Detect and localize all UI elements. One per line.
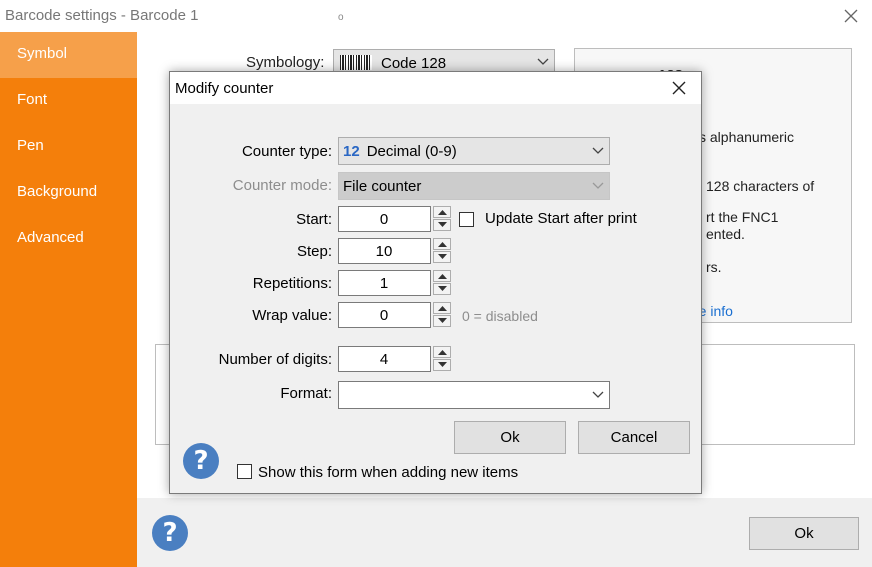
- spin-up-button[interactable]: [433, 270, 451, 282]
- spin-down-button[interactable]: [433, 315, 451, 327]
- update-start-label: Update Start after print: [485, 210, 637, 227]
- wrap-value-input[interactable]: 0: [338, 302, 431, 328]
- info-line: 128 characters of: [706, 178, 815, 194]
- counter-mode-value: File counter: [343, 178, 422, 195]
- help-icon[interactable]: ?: [152, 515, 188, 551]
- sidebar-item-label: Font: [17, 91, 48, 108]
- counter-type-select[interactable]: 12 Decimal (0-9): [338, 137, 610, 165]
- counter-mode-select[interactable]: File counter: [338, 172, 610, 200]
- info-line: ented.: [706, 226, 745, 242]
- sidebar-item-label: Symbol: [17, 45, 68, 62]
- chevron-down-icon: [537, 58, 549, 65]
- spin-up-button[interactable]: [433, 206, 451, 218]
- chevron-down-icon: [592, 391, 604, 398]
- digits-value: 4: [379, 351, 389, 368]
- dialog-title: Modify counter: [175, 80, 274, 97]
- wrap-hint: 0 = disabled: [462, 308, 538, 324]
- spin-down-button[interactable]: [433, 219, 451, 231]
- digits-label: Number of digits:: [218, 351, 332, 368]
- spin-down-button[interactable]: [433, 359, 451, 371]
- start-spinner: [433, 206, 451, 232]
- wrap-value-label: Wrap value:: [252, 307, 332, 324]
- spin-up-button[interactable]: [433, 346, 451, 358]
- counter-type-label: Counter type:: [241, 143, 332, 160]
- sidebar-item-pen[interactable]: Pen: [0, 124, 137, 170]
- sidebar-item-font[interactable]: Font: [0, 78, 137, 124]
- sidebar: Symbol Font Pen Background Advanced: [0, 32, 137, 567]
- step-label: Step:: [296, 243, 332, 260]
- step-input[interactable]: 10: [338, 238, 431, 264]
- help-icon[interactable]: ?: [183, 443, 219, 479]
- window-title: Barcode settings - Barcode 1: [5, 7, 199, 24]
- repetitions-input[interactable]: 1: [338, 270, 431, 296]
- counter-mode-label: Counter mode:: [232, 177, 332, 194]
- sidebar-item-advanced[interactable]: Advanced: [0, 216, 137, 262]
- step-spinner: [433, 238, 451, 264]
- spin-up-button[interactable]: [433, 238, 451, 250]
- titlebar-dot: o: [338, 12, 344, 23]
- barcode-icon: [340, 55, 372, 70]
- symbology-label: Symbology:: [246, 54, 325, 71]
- window-close-icon[interactable]: [841, 6, 861, 26]
- format-combo[interactable]: [338, 381, 610, 409]
- wrap-value: 0: [379, 307, 389, 324]
- chevron-down-icon: [592, 182, 604, 189]
- repetitions-value: 1: [379, 275, 389, 292]
- spin-down-button[interactable]: [433, 283, 451, 295]
- spin-up-button[interactable]: [433, 302, 451, 314]
- dialog-close-icon[interactable]: [670, 79, 688, 97]
- symbology-value: Code 128: [381, 55, 447, 72]
- wrap-value-spinner: [433, 302, 451, 328]
- dialog-ok-button[interactable]: Ok: [454, 421, 566, 454]
- sidebar-item-label: Pen: [17, 137, 44, 154]
- start-input[interactable]: 0: [338, 206, 431, 232]
- modify-counter-dialog: Modify counter Counter type: 12 Decimal (…: [169, 71, 702, 494]
- sidebar-item-background[interactable]: Background: [0, 170, 137, 216]
- info-line: rs.: [706, 259, 722, 275]
- repetitions-spinner: [433, 270, 451, 296]
- decimal-icon: 12: [343, 143, 360, 160]
- sidebar-item-label: Advanced: [17, 229, 84, 246]
- update-start-checkbox[interactable]: [459, 212, 474, 227]
- info-line: rt the FNC1: [706, 209, 779, 225]
- dialog-titlebar: Modify counter: [170, 72, 701, 104]
- info-line: s alphanumeric: [699, 129, 794, 145]
- sidebar-item-label: Background: [17, 183, 98, 200]
- digits-input[interactable]: 4: [338, 346, 431, 372]
- start-value: 0: [379, 211, 389, 228]
- spin-down-button[interactable]: [433, 251, 451, 263]
- format-label: Format:: [280, 385, 332, 402]
- sidebar-item-symbol[interactable]: Symbol: [0, 32, 137, 78]
- digits-spinner: [433, 346, 451, 372]
- repetitions-label: Repetitions:: [252, 275, 332, 292]
- counter-type-value: Decimal (0-9): [366, 143, 457, 160]
- step-value: 10: [375, 243, 393, 260]
- show-form-checkbox[interactable]: [237, 464, 252, 479]
- ok-button[interactable]: Ok: [749, 517, 859, 550]
- dialog-cancel-button[interactable]: Cancel: [578, 421, 690, 454]
- chevron-down-icon: [592, 147, 604, 154]
- show-form-label: Show this form when adding new items: [258, 464, 519, 481]
- start-label: Start:: [296, 211, 332, 228]
